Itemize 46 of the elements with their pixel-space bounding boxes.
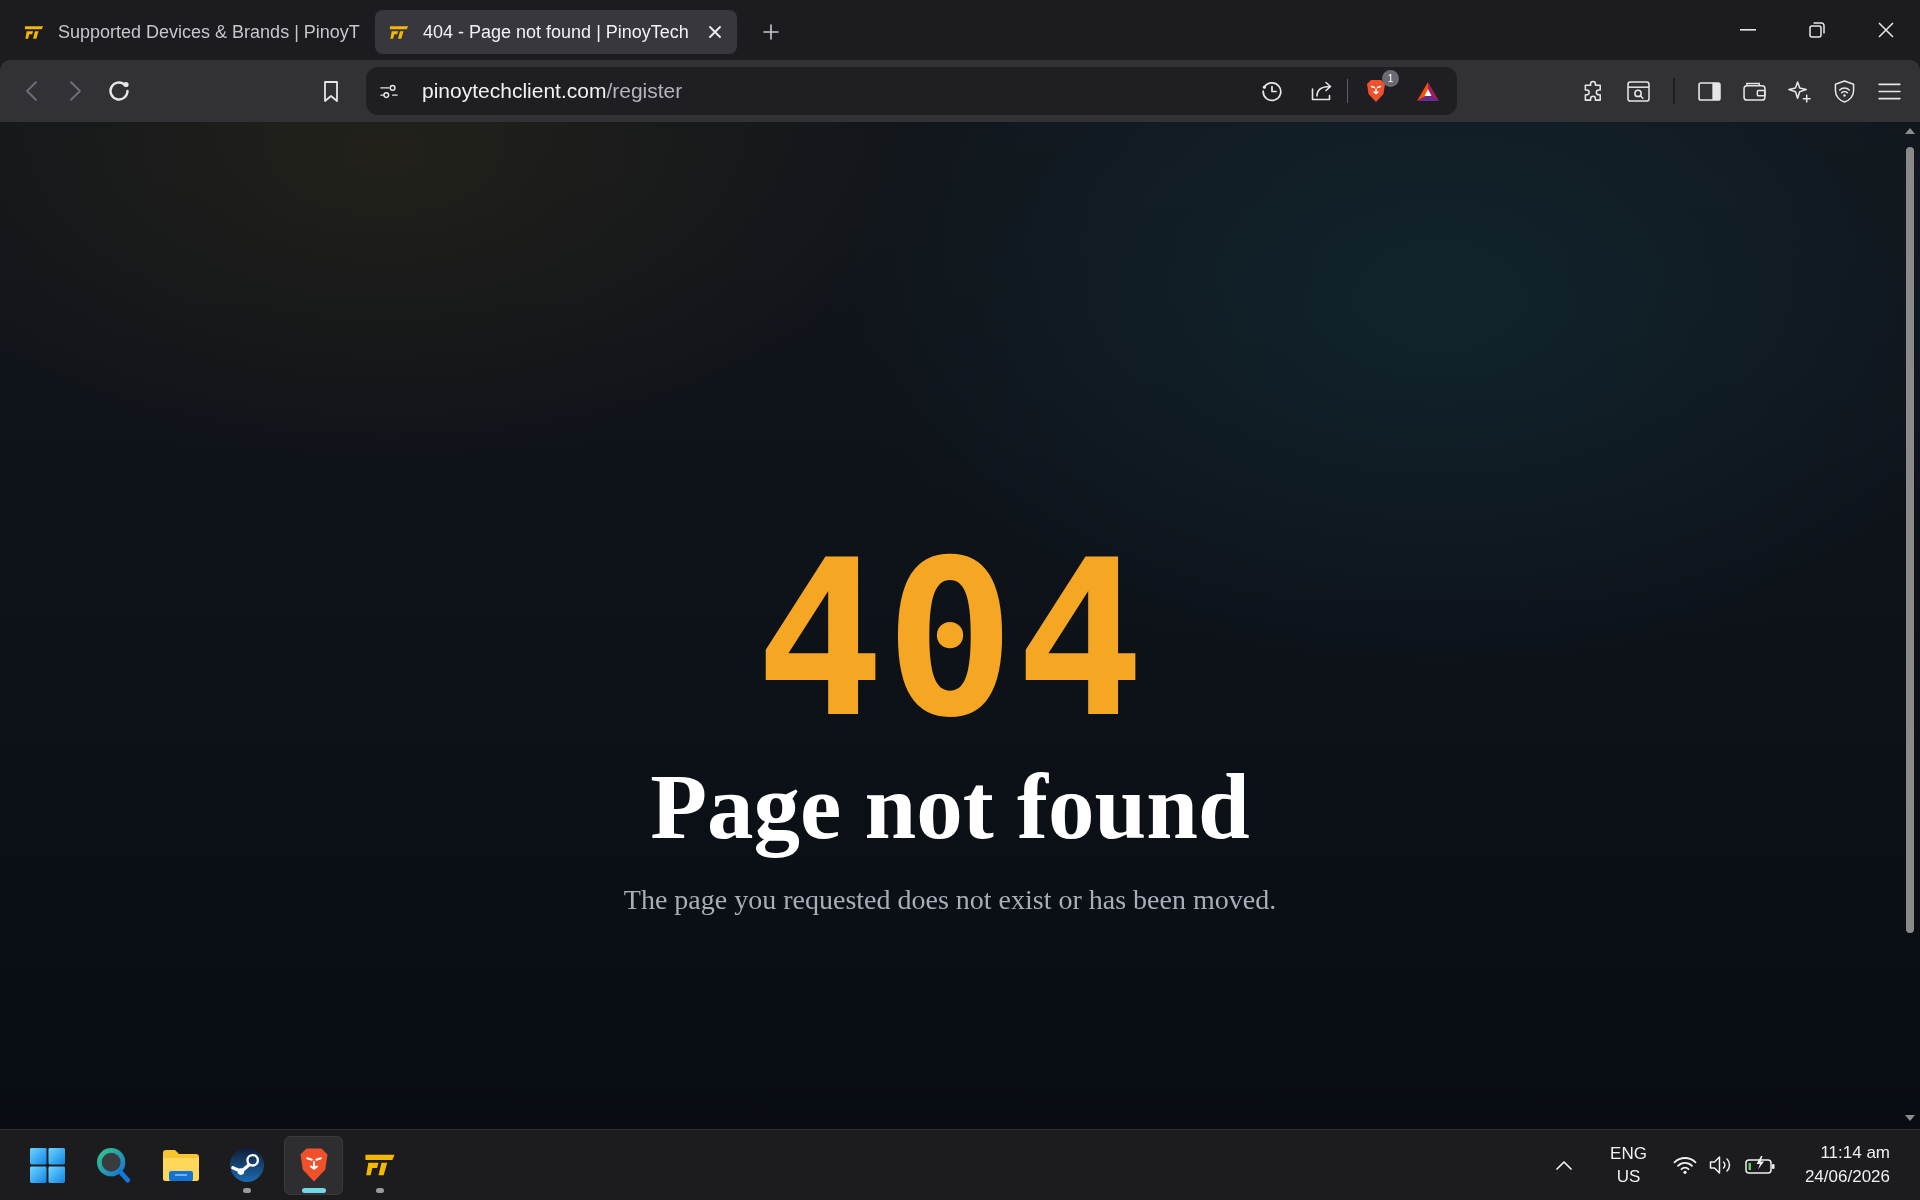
new-tab-icon[interactable]: [763, 24, 779, 40]
app-logo-icon: [364, 1153, 396, 1177]
sparkle-icon[interactable]: [1788, 79, 1811, 103]
error-message: The page you requested does not exist or has been moved.: [623, 882, 1277, 917]
page-title: Page not found: [650, 754, 1250, 860]
start-icon: [30, 1147, 65, 1183]
minimize-icon[interactable]: [1739, 29, 1756, 31]
site-logo-icon: [24, 24, 44, 40]
lion-icon: [298, 1147, 329, 1183]
site-logo-icon: [389, 24, 409, 40]
steam-icon: [230, 1148, 264, 1182]
taskbar-button[interactable]: [284, 1135, 343, 1195]
url-text[interactable]: pinoytechclient.com/register: [422, 79, 683, 103]
history-icon[interactable]: [1261, 80, 1283, 102]
region-code[interactable]: US: [1616, 1165, 1641, 1188]
count-badge: 1: [1382, 70, 1399, 87]
scrollbar-thumb[interactable]: [1906, 147, 1914, 933]
battery-icon[interactable]: [1744, 1156, 1775, 1174]
bookmark-icon[interactable]: [323, 80, 339, 102]
chevron-up-icon[interactable]: [1556, 1160, 1573, 1170]
wallet-icon[interactable]: [1743, 81, 1766, 101]
clock-time[interactable]: 11:14 am: [1820, 1141, 1890, 1165]
speaker-icon[interactable]: [1708, 1155, 1733, 1175]
browser-tab[interactable]: 404 - Page not found | PinoyTech: [375, 10, 737, 54]
folder-icon: [162, 1149, 199, 1181]
close-icon[interactable]: [1877, 22, 1894, 38]
sliders-icon[interactable]: [380, 83, 398, 99]
sidebar-icon[interactable]: [1698, 81, 1721, 101]
address-bar[interactable]: pinoytechclient.com/register 1: [366, 67, 1457, 115]
menu-icon[interactable]: [1878, 82, 1901, 100]
share-icon[interactable]: [1311, 81, 1333, 101]
reload-icon[interactable]: [108, 80, 130, 102]
triangle-logo-icon[interactable]: [1416, 80, 1440, 102]
search-icon: [97, 1147, 131, 1183]
search-page-icon[interactable]: [1627, 80, 1650, 102]
scroll-down-arrow-icon[interactable]: [1905, 1115, 1915, 1121]
browser-tab[interactable]: Supported Devices & Brands | PinoyT: [10, 10, 372, 54]
scroll-up-arrow-icon[interactable]: [1905, 128, 1915, 134]
close-icon[interactable]: [709, 26, 721, 38]
lion-icon[interactable]: [1366, 79, 1386, 103]
clock-date[interactable]: 24/06/2026: [1804, 1165, 1890, 1189]
shield-icon[interactable]: [1834, 79, 1855, 103]
wifi-icon[interactable]: [1672, 1156, 1697, 1174]
restore-icon[interactable]: [1808, 22, 1825, 38]
error-code: 404: [754, 532, 1146, 748]
language-code[interactable]: ENG: [1610, 1142, 1647, 1165]
